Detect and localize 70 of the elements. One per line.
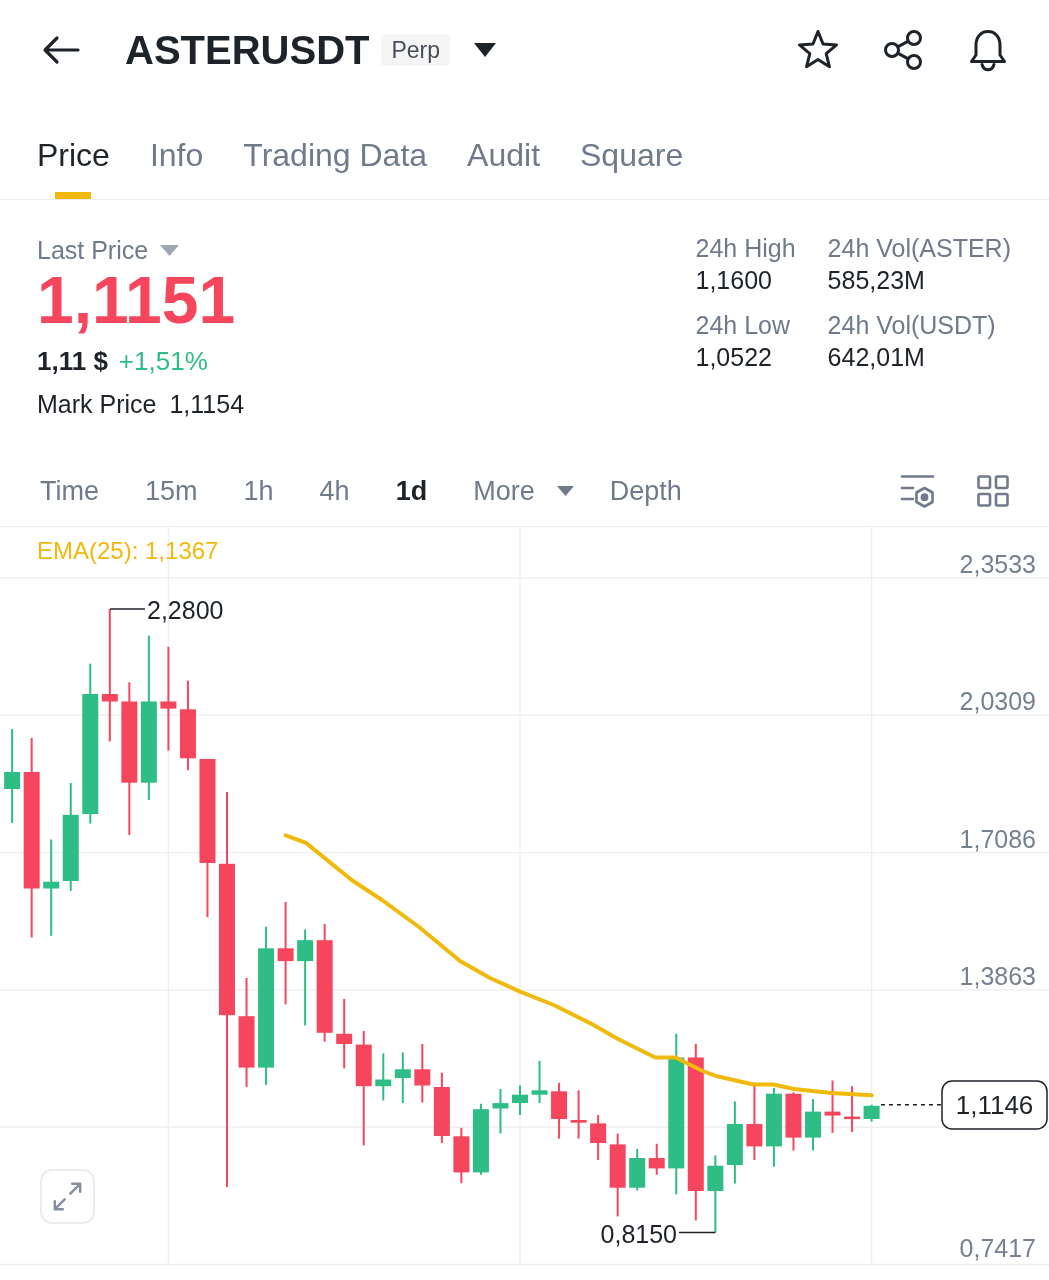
- leader-line: [109, 608, 146, 610]
- candlestick: [570, 1089, 587, 1140]
- candlestick: [629, 1147, 646, 1192]
- high-price-label: 2,2800: [147, 595, 224, 624]
- leader-line: [678, 1231, 717, 1234]
- low-price-label: 0,8150: [600, 1220, 677, 1248]
- interval-tab[interactable]: Time: [40, 472, 99, 509]
- stat-label: 24h Vol(USDT): [827, 310, 997, 341]
- axis-label: 0,7417: [959, 1233, 1036, 1262]
- candlestick: [785, 1091, 802, 1152]
- star-icon[interactable]: [797, 29, 839, 71]
- interval-tab[interactable]: 1h: [243, 472, 274, 509]
- axis-label: 1,3863: [959, 961, 1036, 990]
- candlestick: [648, 1142, 665, 1176]
- candlestick: [531, 1059, 548, 1105]
- tab[interactable]: Info: [149, 130, 204, 199]
- axis-label: 2,0309: [959, 687, 1036, 716]
- candlestick: [863, 1103, 880, 1123]
- usd-value: 1,11 $: [37, 345, 108, 377]
- candlestick: [492, 1088, 509, 1135]
- candlestick: [844, 1085, 861, 1133]
- tab[interactable]: Price: [37, 130, 110, 199]
- candlestick: [453, 1126, 470, 1185]
- ema-indicator: EMA(25): 1,1367: [37, 537, 219, 564]
- candlestick: [394, 1051, 411, 1105]
- interval-tab[interactable]: 4h: [319, 472, 350, 509]
- mark-price-label: Mark Price: [37, 389, 157, 420]
- stat-label: 24h High: [695, 233, 796, 264]
- candlestick: [590, 1114, 607, 1161]
- axis-label: 1,7086: [959, 824, 1036, 853]
- tab-indicator: [55, 192, 92, 199]
- caret-icon: [160, 244, 180, 256]
- stat-label: 24h Low: [695, 310, 792, 341]
- caret-icon[interactable]: [474, 43, 497, 57]
- caret-icon: [556, 485, 574, 496]
- candlestick: [551, 1081, 568, 1140]
- stat-value: 585,23M: [827, 265, 926, 296]
- last-price-dropdown[interactable]: Last Price: [37, 235, 180, 265]
- candlestick: [414, 1043, 431, 1104]
- stat-label: 24h Vol(ASTER): [827, 233, 1011, 264]
- left-arrow-icon[interactable]: [42, 35, 80, 65]
- tab[interactable]: Square: [580, 130, 684, 199]
- candlestick: [336, 998, 353, 1070]
- share-icon[interactable]: [882, 29, 924, 71]
- interval-tab[interactable]: 15m: [145, 472, 198, 509]
- current-price-tag: 1,1146: [941, 1080, 1048, 1130]
- mark-price-value: 1,1154: [169, 389, 245, 420]
- list-settings-icon[interactable]: [900, 472, 935, 509]
- tab[interactable]: Audit: [467, 130, 540, 199]
- candlestick: [375, 1052, 392, 1102]
- symbol-title: ASTERUSDT: [125, 27, 370, 74]
- chart-view-tab[interactable]: Depth: [609, 472, 682, 509]
- stat-value: 1,1600: [695, 265, 773, 296]
- price-change: +1,51%: [118, 345, 208, 377]
- candlestick: [824, 1079, 841, 1134]
- expand-icon: [52, 1181, 83, 1212]
- price-line: [880, 1104, 942, 1106]
- last-price: 1,1151: [37, 265, 236, 335]
- stat-value: 642,01M: [827, 342, 926, 373]
- candlestick: [512, 1084, 528, 1116]
- interval-tab[interactable]: 1d: [395, 472, 428, 509]
- candlestick: [805, 1098, 821, 1152]
- grid-icon[interactable]: [977, 474, 1009, 507]
- dropdown-button[interactable]: More: [473, 472, 574, 509]
- expand-button[interactable]: [40, 1169, 95, 1224]
- contract-badge: Perp: [381, 34, 451, 66]
- bell-icon[interactable]: [967, 28, 1009, 72]
- tab[interactable]: Trading Data: [243, 130, 428, 199]
- axis-label: 2,3533: [959, 550, 1036, 578]
- stat-value: 1,0522: [695, 342, 773, 373]
